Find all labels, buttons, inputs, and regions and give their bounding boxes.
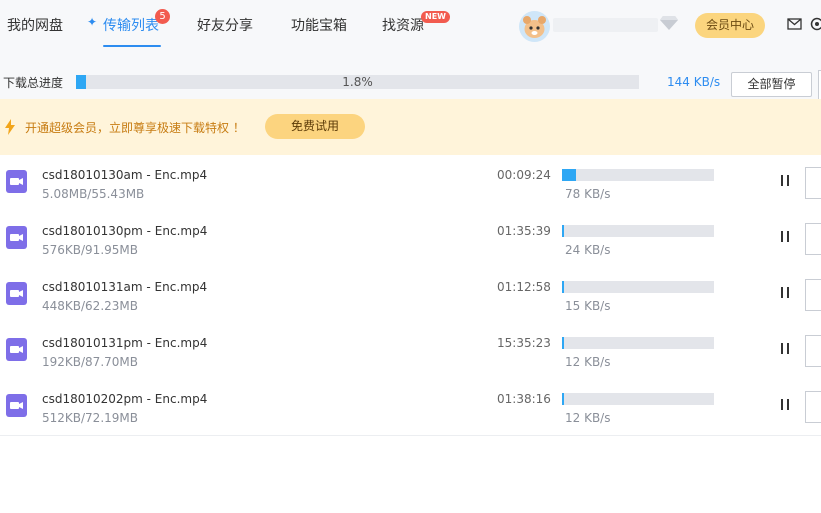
promo-text: 开通超级会员，立即尊享极速下载特权 ！ — [25, 121, 245, 135]
download-speed: 12 KB/s — [565, 411, 611, 425]
row-more-button[interactable] — [805, 279, 821, 311]
time-remaining: 01:12:58 — [497, 280, 551, 294]
time-remaining: 01:38:16 — [497, 392, 551, 406]
username-redacted — [553, 18, 658, 32]
pause-icon[interactable] — [778, 399, 792, 411]
file-progress-track — [562, 225, 714, 237]
row-more-button[interactable] — [805, 335, 821, 367]
time-remaining: 15:35:23 — [497, 336, 551, 350]
vip-center-button[interactable]: 会员中心 — [695, 13, 765, 38]
download-row[interactable]: csd18010202pm - Enc.mp4 512KB/72.19MB 01:3… — [0, 379, 821, 436]
pause-icon[interactable] — [778, 343, 792, 355]
settings-icon[interactable] — [810, 17, 821, 31]
sparkle-icon: ✦ — [87, 15, 98, 29]
download-speed: 15 KB/s — [565, 299, 611, 313]
pause-icon[interactable] — [778, 287, 792, 299]
download-row[interactable]: csd18010130pm - Enc.mp4 576KB/91.95MB 01:3… — [0, 211, 821, 268]
file-progress-fill — [562, 337, 564, 349]
diamond-icon[interactable] — [660, 15, 678, 31]
total-progress-bar-row: 下载总进度 1.8% 144 KB/s — [0, 64, 821, 99]
file-name: csd18010130am - Enc.mp4 — [42, 168, 208, 182]
download-speed: 24 KB/s — [565, 243, 611, 257]
video-file-icon — [6, 170, 27, 193]
file-progress-fill — [562, 281, 564, 293]
file-progress-track — [562, 169, 714, 181]
file-progress-fill — [562, 225, 564, 237]
download-speed: 78 KB/s — [565, 187, 611, 201]
free-trial-button[interactable]: 免费试用 — [265, 114, 365, 139]
video-file-icon — [6, 338, 27, 361]
file-name: csd18010131pm - Enc.mp4 — [42, 336, 208, 350]
avatar[interactable] — [519, 11, 550, 42]
file-name: csd18010130pm - Enc.mp4 — [42, 224, 208, 238]
file-progress-track — [562, 393, 714, 405]
video-file-icon — [6, 282, 27, 305]
download-speed: 12 KB/s — [565, 355, 611, 369]
file-size: 576KB/91.95MB — [42, 243, 138, 257]
file-size: 192KB/87.70MB — [42, 355, 138, 369]
active-tab-indicator — [103, 45, 161, 47]
file-progress-track — [562, 337, 714, 349]
file-progress-fill — [562, 393, 564, 405]
total-progress-label: 下载总进度 — [3, 76, 64, 90]
time-remaining: 01:35:39 — [497, 224, 551, 238]
pause-all-button[interactable]: 全部暂停 — [731, 72, 812, 97]
nav-my-drive[interactable]: 我的网盘 — [7, 15, 63, 35]
total-progress-percent: 1.8% — [342, 75, 373, 89]
nav-transfer-list[interactable]: 传输列表 — [103, 15, 159, 35]
file-size: 448KB/62.23MB — [42, 299, 138, 313]
nav-toolbox[interactable]: 功能宝箱 — [291, 15, 347, 35]
file-progress-fill — [562, 169, 576, 181]
row-more-button[interactable] — [805, 223, 821, 255]
pause-icon[interactable] — [778, 231, 792, 243]
mail-icon[interactable] — [787, 18, 802, 30]
avatar-image — [519, 11, 550, 42]
lightning-icon — [5, 119, 15, 135]
video-file-icon — [6, 226, 27, 249]
promo-banner: 开通超级会员，立即尊享极速下载特权 ！ 免费试用 — [0, 99, 821, 155]
download-row[interactable]: csd18010131am - Enc.mp4 448KB/62.23MB 01:1… — [0, 267, 821, 324]
nav-find-resources[interactable]: 找资源 — [382, 15, 424, 35]
total-speed: 144 KB/s — [667, 75, 721, 89]
total-progress-track: 1.8% — [76, 75, 639, 89]
new-badge: NEW — [421, 11, 450, 23]
file-name: csd18010131am - Enc.mp4 — [42, 280, 208, 294]
video-file-icon — [6, 394, 27, 417]
time-remaining: 00:09:24 — [497, 168, 551, 182]
nav-friend-share[interactable]: 好友分享 — [197, 15, 253, 35]
file-name: csd18010202pm - Enc.mp4 — [42, 392, 208, 406]
transfer-count-badge: 5 — [155, 9, 170, 24]
pause-icon[interactable] — [778, 175, 792, 187]
download-row[interactable]: csd18010131pm - Enc.mp4 192KB/87.70MB 15:3… — [0, 323, 821, 380]
download-row[interactable]: csd18010130am - Enc.mp4 5.08MB/55.43MB 00:… — [0, 155, 821, 212]
row-more-button[interactable] — [805, 167, 821, 199]
top-navigation: 我的网盘 ✦ 传输列表 5 好友分享 功能宝箱 找资源 NEW 会员中心 — [0, 0, 821, 65]
file-size: 512KB/72.19MB — [42, 411, 138, 425]
row-more-button[interactable] — [805, 391, 821, 423]
file-size: 5.08MB/55.43MB — [42, 187, 145, 201]
file-progress-track — [562, 281, 714, 293]
